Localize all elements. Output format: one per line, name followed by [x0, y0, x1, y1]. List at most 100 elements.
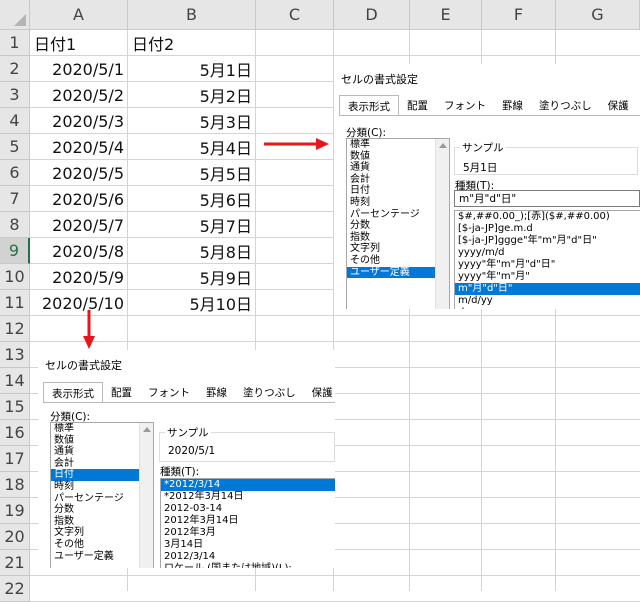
type-item[interactable]: yyyy"年"m"月"d"日": [455, 259, 640, 271]
cell-b8[interactable]: 5月7日: [128, 212, 256, 238]
tab-item-3[interactable]: 罫線: [494, 95, 531, 115]
row-header-19[interactable]: 19: [0, 498, 30, 524]
row-header-22[interactable]: 22: [0, 576, 30, 602]
type-item[interactable]: yyyy"年"m"月": [455, 271, 640, 283]
cell-b2[interactable]: 5月1日: [128, 56, 256, 82]
cell-a9[interactable]: 2020/5/8: [30, 238, 128, 264]
column-header-f[interactable]: F: [482, 0, 556, 30]
column-header-a[interactable]: A: [30, 0, 128, 30]
row-header-12[interactable]: 12: [0, 316, 30, 342]
cell-a2[interactable]: 2020/5/1: [30, 56, 128, 82]
cell-b7[interactable]: 5月6日: [128, 186, 256, 212]
row-header-17[interactable]: 17: [0, 446, 30, 472]
column-header-c[interactable]: C: [256, 0, 334, 30]
type-item[interactable]: 2012/3/14: [161, 551, 335, 563]
type-input[interactable]: m"月"d"日": [454, 190, 640, 207]
cell-a3[interactable]: 2020/5/2: [30, 82, 128, 108]
cell-b3[interactable]: 5月2日: [128, 82, 256, 108]
cell-b4[interactable]: 5月3日: [128, 108, 256, 134]
cell-a10[interactable]: 2020/5/9: [30, 264, 128, 290]
type-list[interactable]: *2012/3/14 *2012年3月14日 2012-03-14 2012年3月14…: [160, 478, 335, 568]
type-item[interactable]: *2012/3/14: [161, 479, 335, 491]
row-header-4[interactable]: 4: [0, 108, 30, 134]
category-item[interactable]: 数値: [51, 435, 153, 447]
category-list[interactable]: 標準 数値 通貨 会計 日付 時刻 パーセンテージ 分数 指数 文字列 その他 ユーザー定義: [50, 422, 154, 568]
row-header-14[interactable]: 14: [0, 368, 30, 394]
tab-item-4[interactable]: 塗りつぶし: [235, 382, 304, 402]
category-item[interactable]: 指数: [347, 232, 449, 244]
cell-a1[interactable]: 日付1: [30, 30, 128, 56]
tab-number-format[interactable]: 表示形式: [339, 95, 399, 116]
tab-item-5[interactable]: 保護: [304, 382, 335, 402]
category-item[interactable]: 通貨: [347, 162, 449, 174]
row-header-3[interactable]: 3: [0, 82, 30, 108]
category-item[interactable]: その他: [347, 255, 449, 267]
category-item[interactable]: 会計: [347, 174, 449, 186]
column-header-e[interactable]: E: [410, 0, 482, 30]
cell-a4[interactable]: 2020/5/3: [30, 108, 128, 134]
row-header-6[interactable]: 6: [0, 160, 30, 186]
tab-item-1[interactable]: 配置: [399, 95, 436, 115]
row-header-7[interactable]: 7: [0, 186, 30, 212]
category-item[interactable]: 分数: [51, 504, 153, 516]
row-header-11[interactable]: 11: [0, 290, 30, 316]
cell-a11[interactable]: 2020/5/10: [30, 290, 128, 316]
category-item[interactable]: 数値: [347, 151, 449, 163]
format-cells-dialog-custom[interactable]: セルの書式設定 表示形式 配置 フォント 罫線 塗りつぶし 保護 分類(C): 標準 数値通…: [334, 64, 640, 309]
tab-item-4[interactable]: 塗りつぶし: [531, 95, 600, 115]
format-cells-dialog-date[interactable]: セルの書式設定 表示形式 配置 フォント 罫線 塗りつぶし 保護 分類(C): 標準 数値通…: [38, 350, 335, 568]
row-header-16[interactable]: 16: [0, 420, 30, 446]
cell-a8[interactable]: 2020/5/7: [30, 212, 128, 238]
row-header-9[interactable]: 9: [0, 238, 30, 264]
category-item[interactable]: ユーザー定義: [51, 551, 153, 563]
tab-item-3[interactable]: 罫線: [198, 382, 235, 402]
type-item[interactable]: [$-ja-JP]ge.m.d: [455, 223, 640, 235]
type-item[interactable]: ロケール (国または地域)(L):: [161, 563, 335, 568]
type-item[interactable]: m"月"d"日": [455, 283, 640, 295]
row-header-8[interactable]: 8: [0, 212, 30, 238]
select-all-corner[interactable]: [0, 0, 30, 30]
row-header-2[interactable]: 2: [0, 56, 30, 82]
category-item[interactable]: 時刻: [51, 481, 153, 493]
row-header-1[interactable]: 1: [0, 30, 30, 56]
category-item[interactable]: 指数: [51, 516, 153, 528]
column-header-g[interactable]: G: [556, 0, 640, 30]
tab-item-2[interactable]: フォント: [140, 382, 198, 402]
category-item[interactable]: 分数: [347, 220, 449, 232]
category-item[interactable]: 日付: [347, 185, 449, 197]
category-list[interactable]: 標準 数値 通貨 会計 日付 時刻 パーセンテージ 分数 指数 文字列 その他 ユーザー定義: [346, 138, 450, 309]
category-scrollbar[interactable]: [435, 139, 449, 309]
scroll-up-icon[interactable]: [143, 427, 151, 432]
row-header-18[interactable]: 18: [0, 472, 30, 498]
cell-b6[interactable]: 5月5日: [128, 160, 256, 186]
category-item[interactable]: パーセンテージ: [51, 493, 153, 505]
type-list[interactable]: $#,##0.00_);[赤]($#,##0.00) [$-ja-JP]ge.m.…: [454, 210, 640, 309]
row-header-15[interactable]: 15: [0, 394, 30, 420]
cell-a5[interactable]: 2020/5/4: [30, 134, 128, 160]
row-header-10[interactable]: 10: [0, 264, 30, 290]
row-header-5[interactable]: 5: [0, 134, 30, 160]
category-item[interactable]: 日付: [51, 469, 153, 481]
type-item[interactable]: $#,##0.00_);[赤]($#,##0.00): [455, 211, 640, 223]
cell-b10[interactable]: 5月9日: [128, 264, 256, 290]
cell-b9[interactable]: 5月8日: [128, 238, 256, 264]
column-header-b[interactable]: B: [128, 0, 256, 30]
type-item[interactable]: 2012-03-14: [161, 503, 335, 515]
scroll-up-icon[interactable]: [439, 143, 447, 148]
category-scrollbar[interactable]: [139, 423, 153, 568]
category-item[interactable]: 会計: [51, 458, 153, 470]
row-header-20[interactable]: 20: [0, 524, 30, 550]
type-item[interactable]: yyyy/m/d: [455, 247, 640, 259]
category-item[interactable]: 通貨: [51, 446, 153, 458]
category-item[interactable]: 文字列: [51, 527, 153, 539]
type-item[interactable]: d-mmm-yy: [455, 307, 640, 309]
tab-item-2[interactable]: フォント: [436, 95, 494, 115]
type-item[interactable]: *2012年3月14日: [161, 491, 335, 503]
cell-a6[interactable]: 2020/5/5: [30, 160, 128, 186]
type-item[interactable]: m/d/yy: [455, 295, 640, 307]
category-item[interactable]: 標準: [347, 139, 449, 151]
type-item[interactable]: 3月14日: [161, 539, 335, 551]
type-item[interactable]: 2012年3月: [161, 527, 335, 539]
category-item[interactable]: 文字列: [347, 243, 449, 255]
category-item[interactable]: その他: [51, 539, 153, 551]
